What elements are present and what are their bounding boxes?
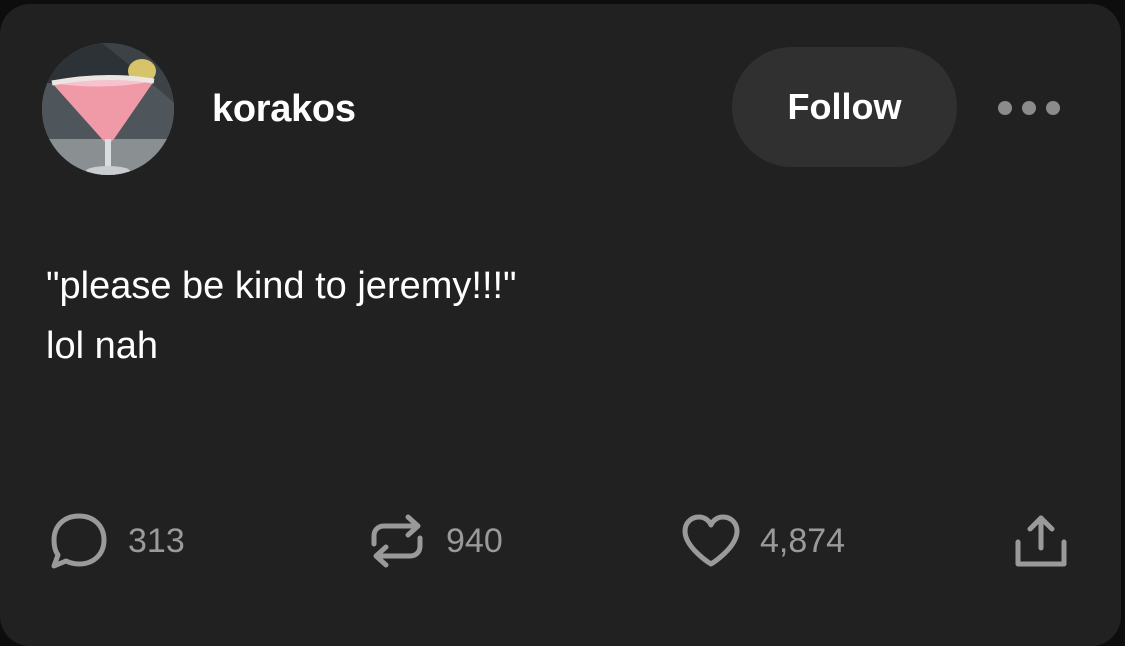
like-button[interactable]: 4,874 bbox=[680, 509, 845, 573]
ellipsis-dot bbox=[1046, 101, 1060, 115]
cocktail-avatar-image bbox=[42, 43, 174, 175]
post-body-line: lol nah bbox=[46, 325, 158, 367]
post-card: korakos Follow "please be kind to jeremy… bbox=[0, 4, 1121, 646]
avatar[interactable] bbox=[42, 43, 174, 175]
heart-icon bbox=[682, 514, 740, 567]
speech-bubble-icon bbox=[51, 513, 107, 569]
reply-button[interactable]: 313 bbox=[48, 509, 185, 573]
ellipsis-dot bbox=[998, 101, 1012, 115]
ellipsis-icon[interactable] bbox=[998, 90, 1060, 126]
share-upload-icon bbox=[1015, 515, 1067, 567]
follow-button[interactable]: Follow bbox=[732, 47, 957, 167]
post-body-line: "please be kind to jeremy!!!" bbox=[46, 265, 517, 307]
reblog-button[interactable]: 940 bbox=[366, 509, 503, 573]
share-button[interactable] bbox=[1010, 509, 1072, 573]
reply-count: 313 bbox=[128, 521, 185, 560]
like-count: 4,874 bbox=[760, 521, 846, 560]
reblog-count: 940 bbox=[446, 521, 503, 560]
repeat-arrows-icon bbox=[371, 514, 423, 568]
ellipsis-dot bbox=[1022, 101, 1036, 115]
author-username[interactable]: korakos bbox=[212, 88, 356, 131]
post-body: "please be kind to jeremy!!!" lol nah bbox=[46, 256, 517, 376]
